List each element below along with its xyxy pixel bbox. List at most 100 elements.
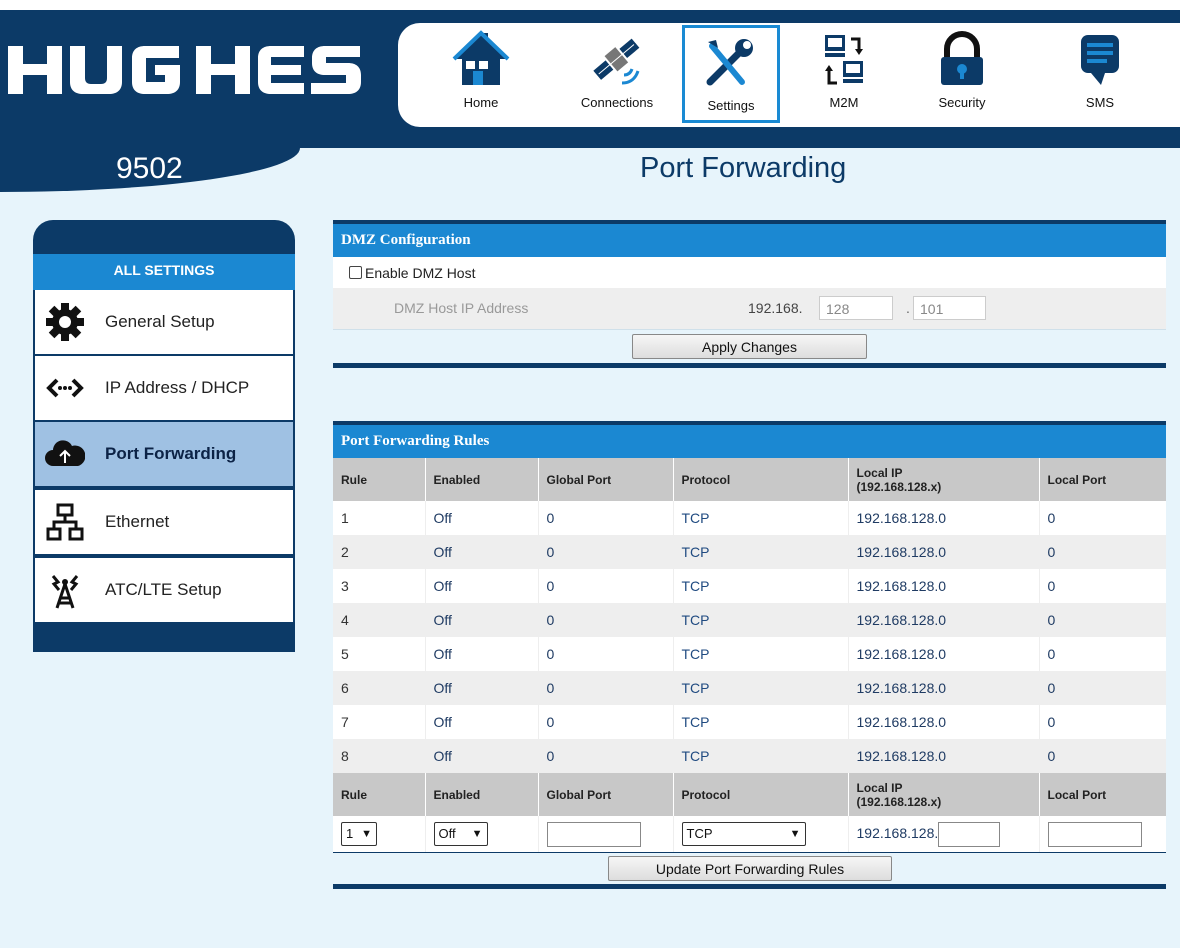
enable-dmz-checkbox[interactable] [349, 266, 362, 279]
nav-home-label: Home [463, 95, 499, 110]
gear-icon [45, 302, 85, 342]
global-port-input[interactable] [546, 821, 641, 847]
col-header-protocol: Protocol [672, 458, 848, 501]
enable-dmz-label[interactable]: Enable DMZ Host [365, 265, 475, 281]
cell-local-ip: 192.168.128.0 [847, 569, 1039, 603]
chevron-down-icon: ▼ [471, 828, 483, 840]
sidebar-item-ethernet[interactable]: Ethernet [35, 490, 293, 554]
edit-rule-row: 1 ▼ Off ▼ TCP ▼ 192.168.128. [333, 816, 1166, 852]
local-ip-header-line1: Local IP [856, 780, 903, 795]
pf-actions-row: Update Port Forwarding Rules [333, 852, 1166, 889]
table-row: 4 Off 0 TCP 192.168.128.0 0 [333, 603, 1166, 637]
col-header-local-port: Local Port [1038, 458, 1166, 501]
satellite-icon [593, 38, 640, 85]
cell-rule: 5 [341, 646, 349, 662]
cell-global-port: 0 [537, 705, 673, 739]
sidebar-item-port-forwarding[interactable]: Port Forwarding [35, 422, 293, 486]
sidebar-item-ip-address-dhcp[interactable]: IP Address / DHCP [35, 356, 293, 420]
cell-local-port: 0 [1038, 501, 1166, 535]
dmz-panel-title: DMZ Configuration [333, 220, 1166, 257]
table-row: 7 Off 0 TCP 192.168.128.0 0 [333, 705, 1166, 739]
protocol-select[interactable]: TCP ▼ [681, 822, 806, 846]
antenna-tower-icon [45, 570, 85, 610]
nav-m2m-label: M2M [829, 95, 859, 110]
cell-enabled: Off [424, 535, 538, 569]
enabled-select-value: Off [438, 826, 456, 841]
cell-protocol: TCP [672, 705, 848, 739]
cell-local-ip: 192.168.128.0 [847, 671, 1039, 705]
cell-enabled: Off [424, 603, 538, 637]
dmz-host-ip-row: DMZ Host IP Address 192.168. 128 . 101 [333, 288, 1166, 329]
cell-local-port: 0 [1038, 739, 1166, 773]
enabled-select[interactable]: Off ▼ [433, 822, 488, 846]
nav-security-label: Security [938, 95, 986, 110]
sidebar-item-label: ATC/LTE Setup [105, 580, 222, 599]
port-forwarding-rules-panel: Port Forwarding Rules Rule Enabled Globa… [333, 421, 1166, 889]
table-header-row: Rule Enabled Global Port Protocol Local … [333, 458, 1166, 501]
local-ip-header-line2: (192.168.128.x) [856, 794, 942, 809]
chevron-down-icon: ▼ [789, 828, 801, 840]
cell-global-port: 0 [537, 739, 673, 773]
nav-m2m[interactable]: M2M [795, 25, 893, 123]
rule-select[interactable]: 1 ▼ [341, 822, 377, 846]
cell-global-port: 0 [537, 569, 673, 603]
nav-connections[interactable]: Connections [568, 25, 666, 123]
sidebar-item-general-setup[interactable]: General Setup [35, 290, 293, 354]
dmz-host-ip-label: DMZ Host IP Address [394, 300, 529, 316]
nav-sms-label: SMS [1085, 95, 1115, 110]
nav-home[interactable]: Home [432, 25, 530, 123]
table-row: 6 Off 0 TCP 192.168.128.0 0 [333, 671, 1166, 705]
table-row: 8 Off 0 TCP 192.168.128.0 0 [333, 739, 1166, 773]
local-port-input[interactable] [1047, 821, 1142, 847]
nav-security[interactable]: Security [913, 25, 1011, 123]
cell-protocol: TCP [672, 603, 848, 637]
model-tab: 9502 [0, 148, 300, 192]
sidebar-heading: ALL SETTINGS [33, 254, 295, 290]
sidebar-item-label: IP Address / DHCP [105, 378, 250, 397]
cell-rule: 6 [333, 671, 425, 705]
dmz-actions-row: Apply Changes [333, 329, 1166, 368]
nav-sms[interactable]: SMS [1051, 25, 1149, 123]
hughes-logo [8, 42, 368, 98]
cell-enabled: Off [424, 569, 538, 603]
top-nav: Home Connections Settings M2M Security S… [398, 23, 1180, 127]
cell-local-ip: 192.168.128.0 [847, 705, 1039, 739]
nav-settings[interactable]: Settings [682, 25, 780, 123]
sidebar-item-atc-lte-setup[interactable]: ATC/LTE Setup [35, 558, 293, 622]
sidebar-item-label: Port Forwarding [105, 444, 237, 463]
cell-local-ip: 192.168.128.0 [847, 535, 1039, 569]
table-row: 2 Off 0 TCP 192.168.128.0 0 [333, 535, 1166, 569]
edit-col-header-enabled: Enabled [424, 773, 538, 816]
local-ip-header-line1: Local IP [856, 465, 903, 480]
cell-global-port: 0 [537, 501, 673, 535]
update-port-forwarding-rules-button[interactable]: Update Port Forwarding Rules [608, 856, 892, 881]
dmz-octet4-input[interactable]: 101 [913, 296, 986, 320]
chevron-down-icon: ▼ [361, 828, 372, 840]
rule-select-value: 1 [346, 826, 354, 841]
nav-connections-label: Connections [580, 95, 654, 110]
cell-local-port: 0 [1038, 705, 1166, 739]
cell-global-port: 0 [537, 535, 673, 569]
dmz-octet3-input[interactable]: 128 [819, 296, 893, 320]
cell-enabled: Off [424, 739, 538, 773]
cell-enabled: Off [424, 501, 538, 535]
tools-icon [706, 39, 753, 86]
protocol-select-value: TCP [686, 826, 713, 841]
local-ip-prefix: 192.168.128. [856, 824, 939, 841]
cell-global-port: 0 [537, 637, 673, 671]
local-ip-octet-input[interactable] [938, 821, 1001, 847]
table-row: 5 Off 0 TCP 192.168.128.0 0 [333, 637, 1166, 671]
cell-rule: 4 [333, 603, 425, 637]
cell-protocol: TCP [672, 535, 848, 569]
apply-changes-button[interactable]: Apply Changes [632, 334, 867, 359]
edit-col-header-global-port: Global Port [537, 773, 673, 816]
cell-rule: 3 [341, 578, 349, 594]
cell-local-ip: 192.168.128.0 [847, 739, 1039, 773]
local-ip-header-line2: (192.168.128.x) [856, 479, 942, 494]
cell-protocol: TCP [672, 569, 848, 603]
network-icon [45, 502, 85, 542]
pf-panel-title: Port Forwarding Rules [333, 421, 1166, 458]
edit-col-header-local-port: Local Port [1038, 773, 1166, 816]
cell-local-port: 0 [1038, 603, 1166, 637]
port-forwarding-table: Rule Enabled Global Port Protocol Local … [333, 458, 1166, 852]
